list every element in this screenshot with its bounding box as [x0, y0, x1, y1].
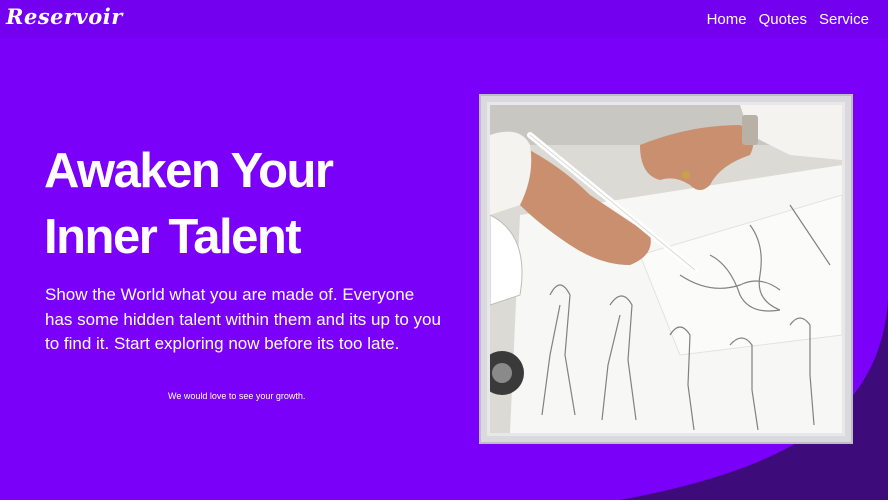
nav-links: Home Quotes Service — [707, 11, 869, 28]
hero-title-line-2: Inner Talent — [44, 210, 302, 264]
navbar: Reservoir Home Quotes Service — [0, 0, 888, 38]
hero-title: Awaken Your Inner Talent — [44, 138, 334, 270]
hero-note: We would love to see your growth. — [168, 391, 306, 401]
nav-link-home[interactable]: Home — [707, 11, 747, 28]
brand-logo[interactable]: Reservoir — [6, 4, 123, 29]
hero-description: Show the World what you are made of. Eve… — [45, 285, 441, 353]
hero-title-line-1: Awaken Your — [44, 144, 334, 198]
nav-link-quotes[interactable]: Quotes — [759, 11, 807, 28]
nav-link-service[interactable]: Service — [819, 11, 869, 28]
sketching-photo-illustration — [490, 105, 842, 433]
hero-image — [490, 105, 842, 433]
hero-image-frame — [479, 94, 853, 444]
